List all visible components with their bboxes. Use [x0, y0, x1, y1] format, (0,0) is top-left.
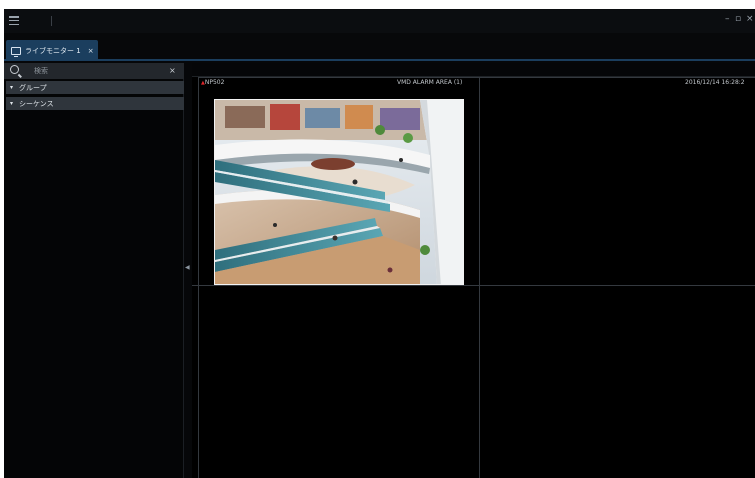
- monitor-icon: [11, 46, 21, 57]
- toolbar-separator: [51, 16, 52, 26]
- title-bar: – ▫ ×: [4, 9, 755, 33]
- tree-item-sequence[interactable]: ▾ シーケンス: [6, 97, 184, 110]
- tree-item-group[interactable]: ▾ グループ: [6, 81, 184, 94]
- tab-strip: ライブモニター 1 ×: [4, 33, 755, 61]
- tree-item-label: グループ: [19, 83, 47, 92]
- clear-search-icon[interactable]: ×: [169, 65, 176, 77]
- grid-line: [192, 285, 755, 286]
- collapse-panel-icon[interactable]: ◀: [185, 264, 190, 271]
- menu-icon[interactable]: [9, 16, 19, 26]
- maximize-button[interactable]: ▫: [735, 13, 741, 25]
- grid-line: [198, 77, 755, 78]
- tab-close-icon[interactable]: ×: [88, 47, 94, 55]
- close-button[interactable]: ×: [746, 13, 754, 25]
- chevron-down-icon: ▾: [10, 100, 14, 107]
- minimize-button[interactable]: –: [725, 13, 730, 25]
- camera-name: NP502: [204, 79, 225, 86]
- tab-live-monitor-1[interactable]: ライブモニター 1 ×: [6, 40, 98, 61]
- search-input[interactable]: [34, 65, 154, 77]
- camera-grid: ▲NP502 VMD ALARM AREA (1) 2016/12/14 16:…: [192, 63, 755, 478]
- camera-toolbar: [192, 63, 755, 77]
- search-icon[interactable]: [10, 65, 19, 74]
- search-bar: ×: [4, 63, 184, 79]
- grid-line: [198, 77, 199, 478]
- video-frame-image: [215, 100, 463, 284]
- chevron-down-icon: ▾: [10, 84, 14, 91]
- camera-video-feed[interactable]: [214, 99, 464, 285]
- app-window: – ▫ × ライブモニター 1 × × ▾ グループ ▾ シーケンス ◀: [4, 9, 755, 478]
- sidebar: × ▾ グループ ▾ シーケンス: [4, 63, 184, 478]
- camera-title: ▲NP502: [201, 79, 224, 87]
- tab-label: ライブモニター 1: [25, 46, 81, 55]
- alarm-label: VMD ALARM AREA (1): [397, 79, 463, 86]
- timestamp: 2016/12/14 16:28:2: [685, 79, 745, 86]
- grid-line: [479, 77, 480, 478]
- tree-item-label: シーケンス: [19, 99, 54, 108]
